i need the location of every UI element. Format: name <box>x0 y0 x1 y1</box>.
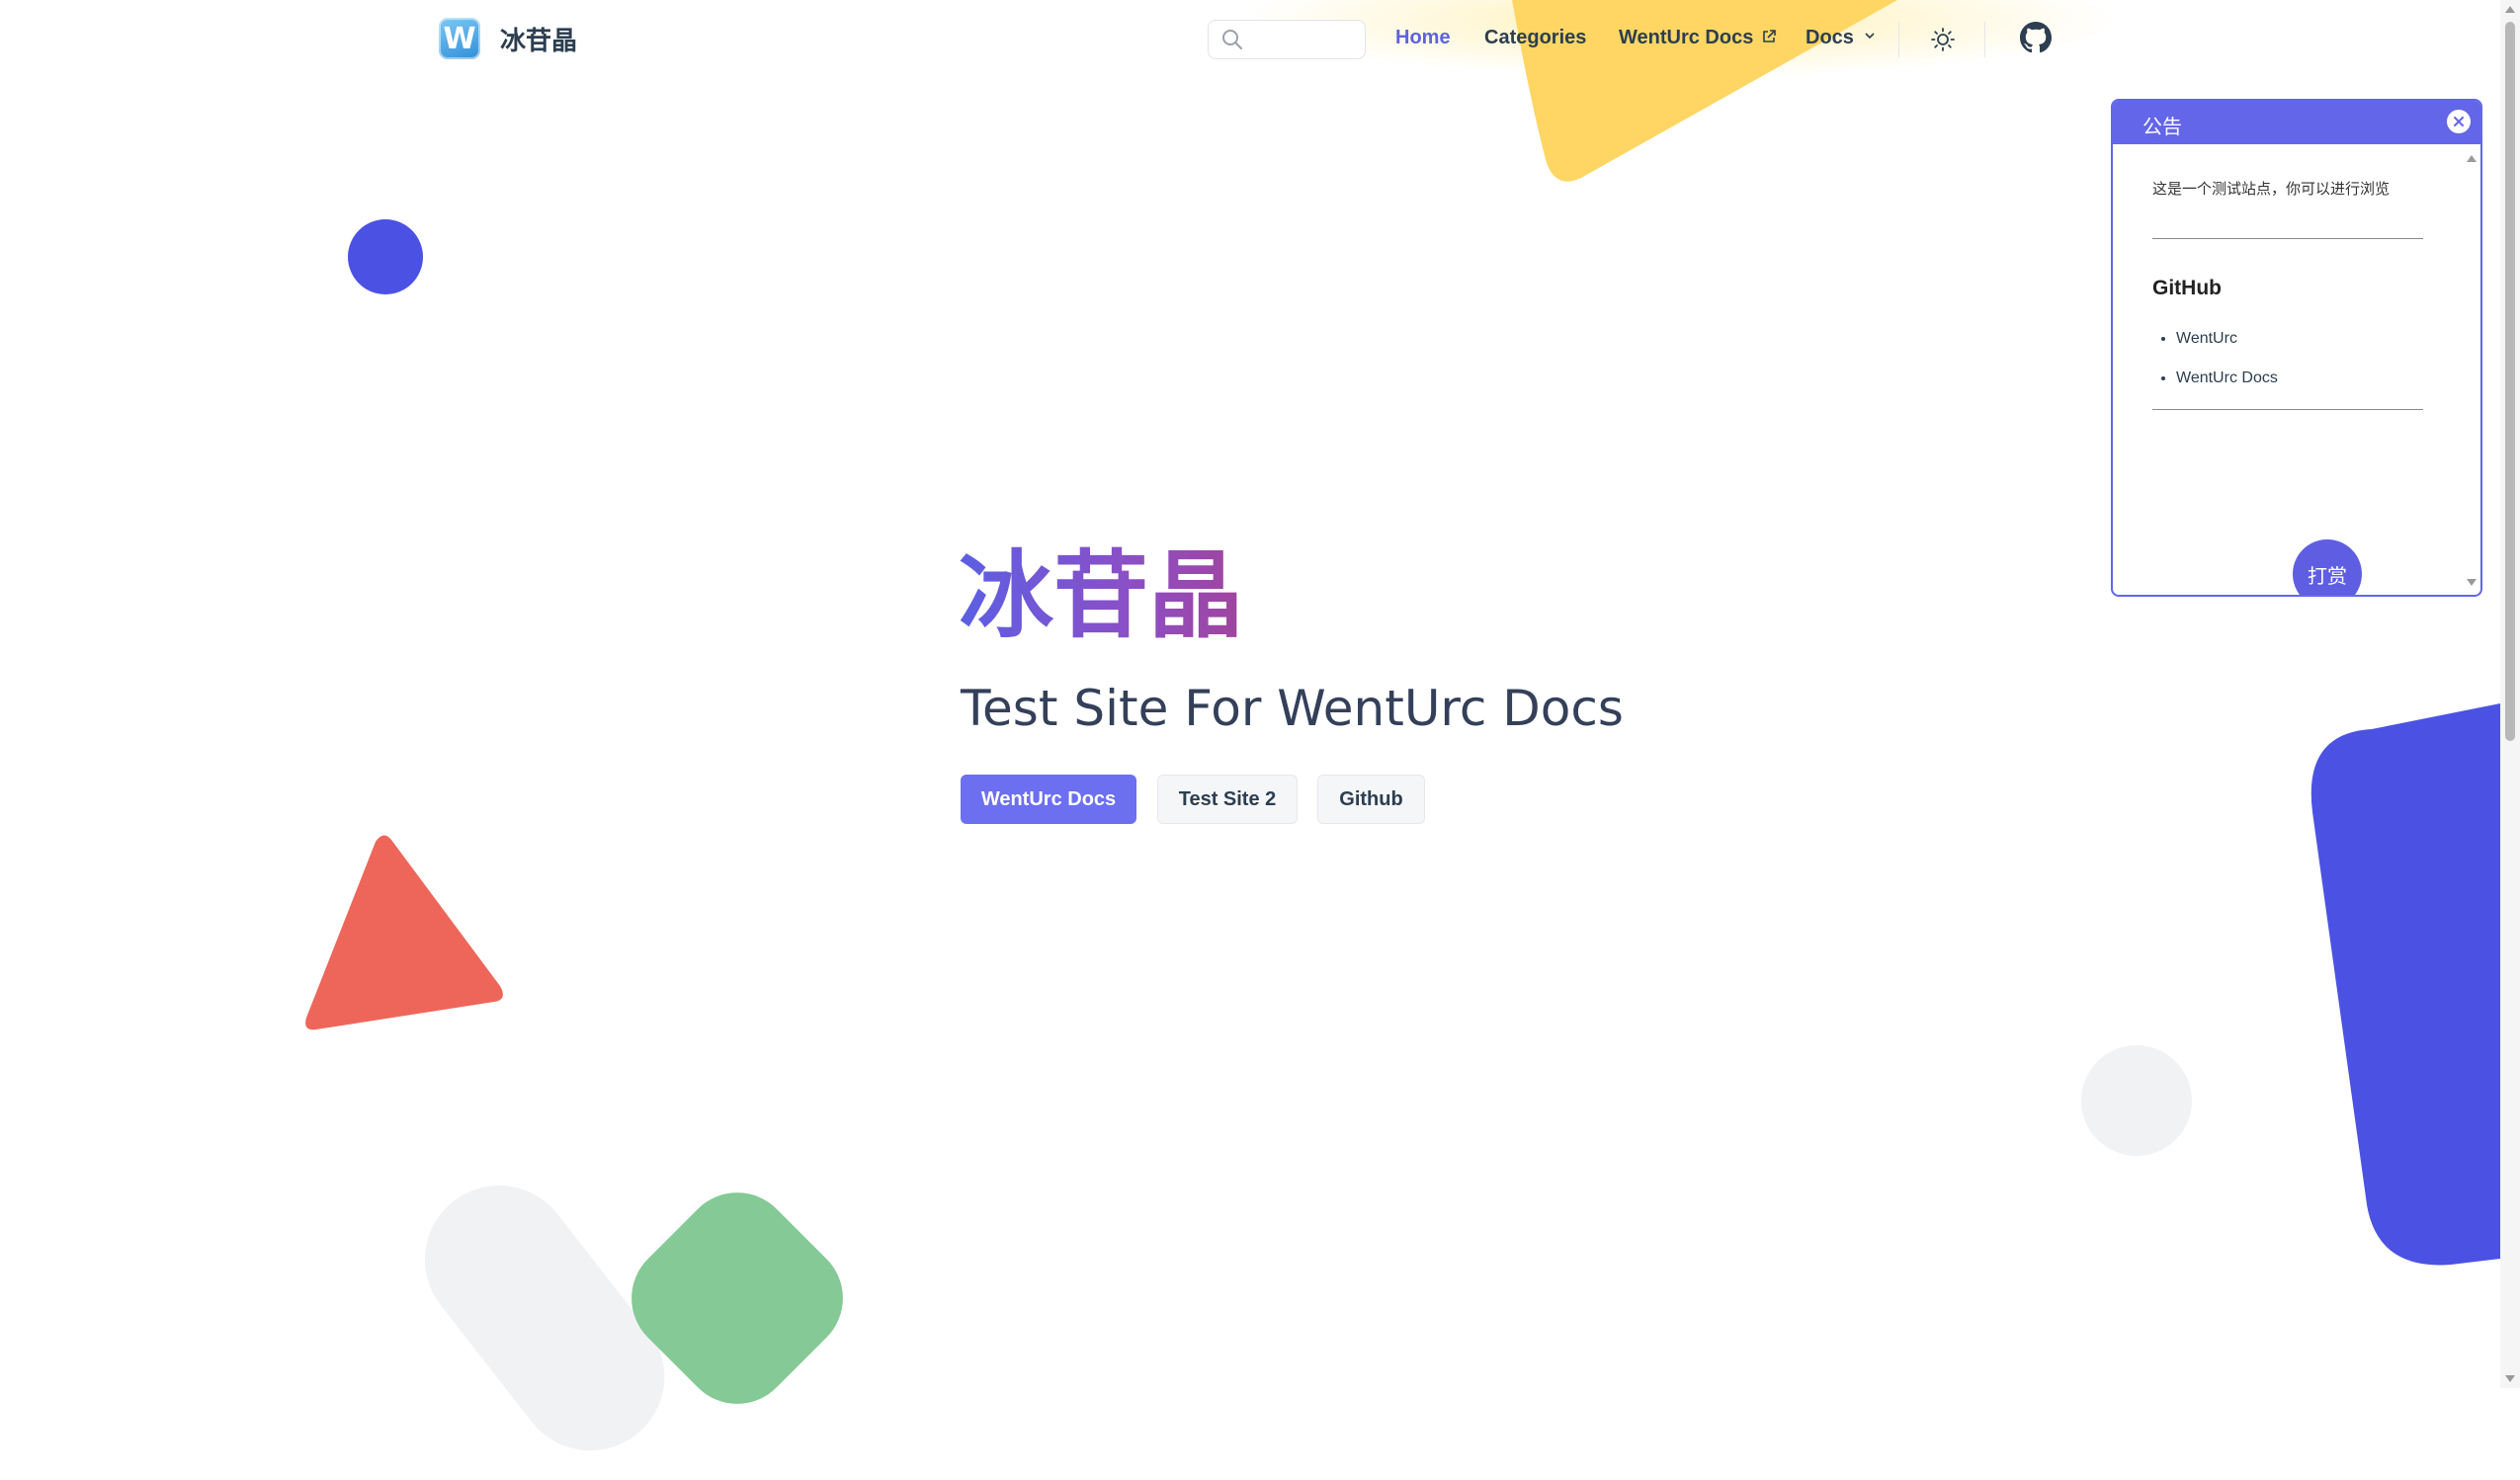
nav-wenturc-docs-label: WentUrc Docs <box>1619 27 1754 48</box>
divider <box>2152 409 2423 410</box>
nav-categories[interactable]: Categories <box>1484 27 1586 49</box>
notice-heading: GitHub <box>2152 277 2222 299</box>
link-wenturc-docs[interactable]: WentUrc Docs <box>2176 370 2425 387</box>
brand-name: 冰苷晶 <box>500 26 578 56</box>
w-logo-icon: W <box>439 18 480 59</box>
search-input[interactable] <box>1252 27 1361 54</box>
tip-button[interactable]: 打赏 <box>2293 539 2362 595</box>
hero-subtitle: Test Site For WentUrc Docs <box>961 680 1624 737</box>
chevron-down-icon <box>1865 33 1876 40</box>
close-icon <box>2454 117 2464 126</box>
brand-link[interactable]: W 冰苷晶 <box>439 18 577 59</box>
notice-text: 这是一个测试站点，你可以进行浏览 <box>2152 181 2391 198</box>
search-box[interactable] <box>1208 20 1366 59</box>
nav-home[interactable]: Home <box>1395 27 1451 49</box>
test-site-2-button[interactable]: Test Site 2 <box>1157 775 1298 824</box>
github-icon[interactable] <box>2020 22 2052 53</box>
nav-separator <box>1984 22 1985 57</box>
nav-wenturc-docs[interactable]: WentUrc Docs <box>1619 27 1777 49</box>
close-button[interactable] <box>2447 110 2471 133</box>
scroll-down-icon[interactable] <box>2465 577 2478 589</box>
scroll-up-icon[interactable] <box>2500 2 2520 16</box>
blue-quad <box>2310 703 2500 1266</box>
notice-link-list: WentUrc WentUrc Docs <box>2152 330 2425 387</box>
nav-docs-label: Docs <box>1806 27 1854 48</box>
wenturc-docs-button[interactable]: WentUrc Docs <box>961 775 1136 824</box>
notice-popup: 公告 这是一个测试站点，你可以进行浏览 GitHub WentUrc WentU… <box>2111 99 2482 597</box>
search-icon <box>1222 30 1242 49</box>
scroll-up-icon[interactable] <box>2465 152 2478 164</box>
link-wenturc[interactable]: WentUrc <box>2176 330 2425 348</box>
hero-title: 冰苷晶 <box>959 540 1243 651</box>
external-link-icon <box>1763 30 1776 42</box>
nav-docs-dropdown[interactable]: Docs <box>1806 27 1877 49</box>
notice-header: 公告 <box>2113 101 2480 144</box>
scroll-down-icon[interactable] <box>2500 1372 2520 1386</box>
gray-circle <box>2081 1045 2192 1156</box>
blue-circle <box>348 219 423 294</box>
red-triangle <box>305 835 503 1030</box>
scrollbar-thumb[interactable] <box>2505 22 2515 741</box>
notice-body: 这是一个测试站点，你可以进行浏览 GitHub WentUrc WentUrc … <box>2152 144 2425 595</box>
page-scrollbar[interactable] <box>2500 0 2520 1388</box>
logo-letter: W <box>443 21 476 56</box>
notice-scrollbar[interactable] <box>2465 148 2478 593</box>
navbar: W 冰苷晶 Home Categories WentUrc Docs Docs <box>0 0 2500 79</box>
nav-separator <box>1898 22 1899 57</box>
sun-icon[interactable] <box>1930 27 1956 52</box>
notice-title: 公告 <box>2142 117 2182 138</box>
github-button[interactable]: Github <box>1317 775 1425 824</box>
divider <box>2152 238 2423 239</box>
